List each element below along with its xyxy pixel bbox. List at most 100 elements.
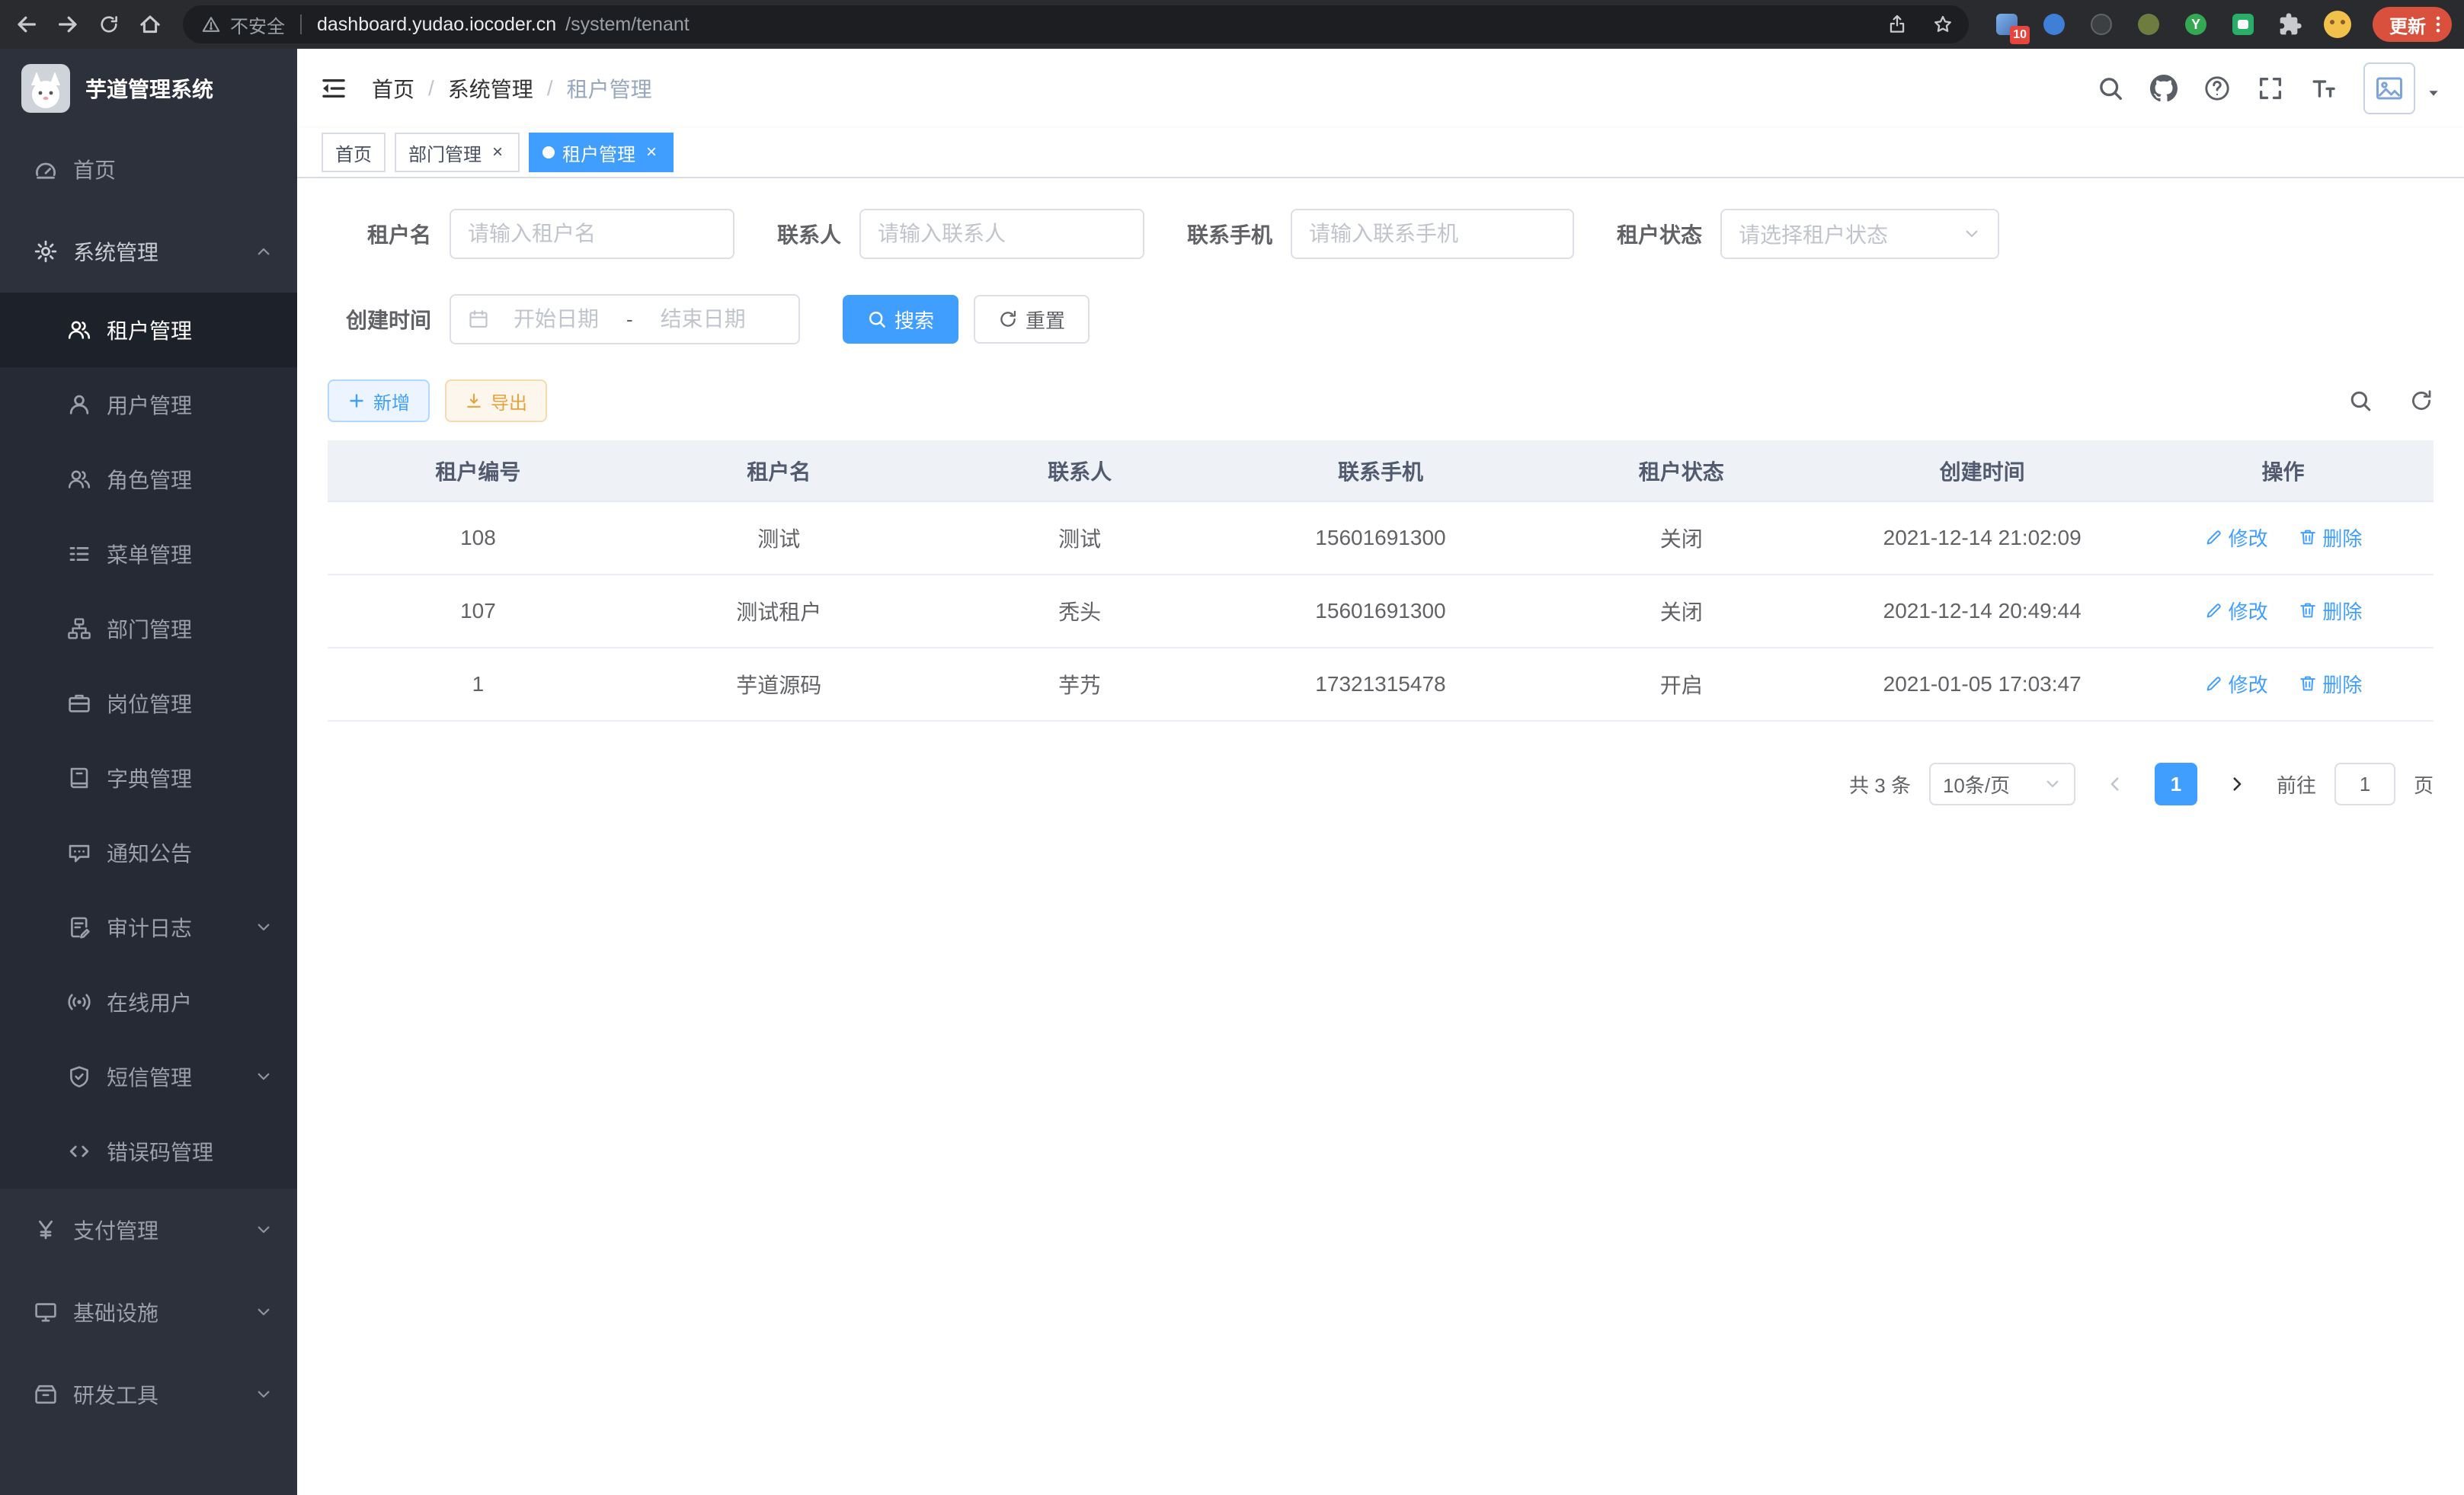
profile-avatar[interactable]: [2321, 8, 2354, 41]
sidebar-item-audit-log[interactable]: 审计日志: [0, 890, 297, 965]
sidebar-item-online-user[interactable]: 在线用户: [0, 965, 297, 1039]
users-icon: [67, 318, 91, 342]
extension-olive-icon[interactable]: [2132, 8, 2165, 41]
sidebar-item-menu[interactable]: 菜单管理: [0, 517, 297, 591]
contact-input[interactable]: [878, 222, 1126, 246]
fullscreen-button[interactable]: [2257, 75, 2284, 102]
gear-icon: [34, 239, 58, 264]
edit-button[interactable]: 修改: [2204, 597, 2268, 625]
extension-green-circle-icon[interactable]: Y: [2179, 8, 2213, 41]
tenant-name-input-wrap: [450, 209, 734, 259]
security-label: 不安全: [230, 11, 285, 38]
extension-badge: 10: [2010, 26, 2030, 44]
org-tree-icon: [67, 616, 91, 641]
user-avatar[interactable]: [2363, 62, 2415, 114]
header-search-button[interactable]: [2097, 75, 2124, 102]
delete-button[interactable]: 删除: [2298, 670, 2362, 698]
font-size-button[interactable]: [2310, 75, 2338, 102]
extension-blue-icon[interactable]: [2037, 8, 2071, 41]
sidebar-item-pay[interactable]: 支付管理: [0, 1189, 297, 1271]
tenant-table: 租户编号 租户名 联系人 联系手机 租户状态 创建时间 操作 108 测试 测试: [328, 440, 2434, 722]
search-icon: [2348, 389, 2373, 413]
sidebar-item-dev-tools[interactable]: 研发工具: [0, 1353, 297, 1436]
edit-button[interactable]: 修改: [2204, 523, 2268, 552]
extensions-puzzle-button[interactable]: [2274, 8, 2307, 41]
github-link[interactable]: [2150, 75, 2178, 102]
extension-green-square-icon[interactable]: [2226, 8, 2260, 41]
date-end-input[interactable]: [645, 307, 761, 331]
chevron-down-icon: [1963, 225, 1981, 243]
refresh-icon: [2409, 389, 2434, 413]
chevron-down-icon: [254, 918, 273, 936]
docs-help-button[interactable]: [2203, 75, 2231, 102]
add-button[interactable]: 新增: [328, 379, 430, 422]
download-icon: [465, 392, 483, 410]
close-icon[interactable]: ×: [643, 142, 660, 163]
extension-dark-icon[interactable]: [2085, 8, 2118, 41]
sidebar-collapse-button[interactable]: [320, 75, 347, 102]
toggle-search-button[interactable]: [2348, 389, 2373, 413]
sidebar-item-system[interactable]: 系统管理: [0, 210, 297, 293]
sidebar-item-tenant[interactable]: 租户管理: [0, 293, 297, 367]
browser-update-menu-button[interactable]: 更新: [2373, 7, 2452, 42]
address-bar[interactable]: 不安全 dashboard.yudao.iocoder.cn/system/te…: [183, 5, 1969, 43]
sidebar-item-dept[interactable]: 部门管理: [0, 591, 297, 666]
list-icon: [67, 542, 91, 566]
page-size-select[interactable]: 10条/页: [1929, 763, 2075, 805]
delete-button[interactable]: 删除: [2298, 597, 2362, 625]
sidebar-item-home[interactable]: 首页: [0, 128, 297, 210]
status-select[interactable]: 请选择租户状态: [1720, 209, 1999, 259]
prev-page-button[interactable]: [2094, 763, 2136, 805]
export-button[interactable]: 导出: [445, 379, 547, 422]
goto-page-input[interactable]: [2334, 763, 2395, 805]
tab-dept[interactable]: 部门管理 ×: [395, 133, 520, 172]
breadcrumb: 首页 / 系统管理 / 租户管理: [372, 73, 652, 104]
phone-input[interactable]: [1309, 222, 1556, 246]
phone-label: 联系手机: [1187, 219, 1272, 249]
tab-home[interactable]: 首页: [322, 133, 386, 172]
app-logo[interactable]: 芋道管理系统: [0, 49, 297, 128]
edit-button[interactable]: 修改: [2204, 670, 2268, 698]
tenant-name-input[interactable]: [468, 222, 716, 246]
breadcrumb-home[interactable]: 首页: [372, 73, 414, 104]
reset-button[interactable]: 重置: [974, 295, 1090, 344]
sidebar-item-sms[interactable]: 短信管理: [0, 1039, 297, 1114]
bookmark-star-button[interactable]: [1925, 6, 1961, 43]
next-page-button[interactable]: [2216, 763, 2258, 805]
sidebar-item-error-code[interactable]: 错误码管理: [0, 1114, 297, 1189]
extension-badged-icon[interactable]: 10: [1990, 8, 2024, 41]
col-created: 创建时间: [1832, 440, 2133, 501]
search-icon: [867, 309, 887, 329]
page-number-1[interactable]: 1: [2155, 763, 2197, 805]
toolbox-icon: [34, 1382, 58, 1407]
search-button[interactable]: 搜索: [843, 295, 958, 344]
sidebar-item-user[interactable]: 用户管理: [0, 367, 297, 442]
plus-icon: [347, 392, 366, 410]
tenant-name-label: 租户名: [328, 219, 431, 249]
browser-back-button[interactable]: [6, 4, 47, 45]
date-range-picker[interactable]: -: [450, 294, 800, 344]
sidebar-item-role[interactable]: 角色管理: [0, 442, 297, 517]
refresh-icon: [998, 309, 1018, 329]
date-start-input[interactable]: [498, 307, 614, 331]
sidebar-item-notice[interactable]: 通知公告: [0, 815, 297, 890]
browser-home-button[interactable]: [130, 4, 171, 45]
breadcrumb-system[interactable]: 系统管理: [448, 73, 533, 104]
sidebar-item-post[interactable]: 岗位管理: [0, 666, 297, 741]
question-icon: [2203, 75, 2231, 102]
create-time-label: 创建时间: [328, 304, 431, 335]
close-icon[interactable]: ×: [489, 142, 506, 163]
sidebar-item-infra[interactable]: 基础设施: [0, 1271, 297, 1353]
tab-tenant[interactable]: 租户管理 ×: [529, 133, 674, 172]
browser-reload-button[interactable]: [88, 4, 130, 45]
browser-forward-button[interactable]: [47, 4, 88, 45]
refresh-table-button[interactable]: [2409, 389, 2434, 413]
delete-button[interactable]: 删除: [2298, 523, 2362, 552]
share-button[interactable]: [1879, 6, 1915, 43]
sidebar-item-dict[interactable]: 字典管理: [0, 741, 297, 815]
browser-toolbar: 不安全 dashboard.yudao.iocoder.cn/system/te…: [0, 0, 2464, 49]
dashboard-icon: [34, 157, 58, 181]
edit-icon: [2204, 600, 2224, 620]
edit-icon: [2204, 527, 2224, 547]
user-menu-caret[interactable]: [2426, 77, 2441, 105]
